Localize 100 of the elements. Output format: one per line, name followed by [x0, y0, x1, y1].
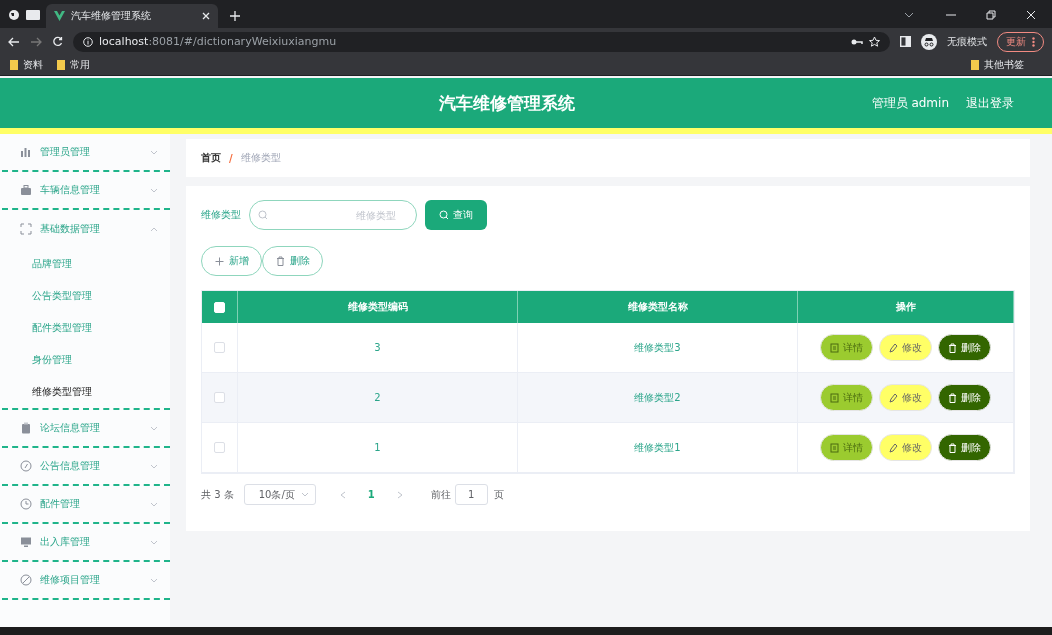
plus-icon[interactable]	[230, 11, 240, 21]
menu-item[interactable]: 车辆信息管理	[2, 172, 170, 210]
clipboard-icon	[20, 422, 32, 434]
select-all-checkbox[interactable]	[214, 301, 225, 313]
search-icon	[258, 210, 268, 220]
close-icon[interactable]	[1026, 10, 1036, 20]
column-header: 维修类型编码	[238, 291, 518, 323]
submenu-item[interactable]: 身份管理	[2, 344, 170, 376]
menu-item[interactable]: 配件管理	[2, 486, 170, 524]
more-icon	[1032, 36, 1035, 47]
submenu-item[interactable]: 品牌管理	[2, 248, 170, 280]
document-icon	[830, 342, 839, 353]
chevron-down-icon[interactable]	[904, 12, 914, 18]
user-name: 管理员 admin	[871, 94, 949, 112]
monitor-icon	[20, 536, 32, 548]
info-icon	[83, 36, 93, 47]
chevron-down-icon	[150, 149, 158, 155]
add-button[interactable]: 新增	[201, 246, 262, 276]
address-bar[interactable]: localhost:8081/#/dictionaryWeixiuxiangmu	[73, 31, 890, 52]
delete-button[interactable]: 删除	[938, 334, 991, 361]
fullscreen-icon	[20, 223, 32, 235]
page-number[interactable]: 1	[355, 489, 387, 500]
detail-button[interactable]: 详情	[820, 334, 873, 361]
column-header: 维修类型名称	[518, 291, 798, 323]
menu-item[interactable]: 公告信息管理	[2, 448, 170, 486]
submenu-item[interactable]: 公告类型管理	[2, 280, 170, 312]
compass-icon	[20, 460, 32, 472]
logout-link[interactable]: 退出登录	[966, 94, 1014, 112]
breadcrumb-item: 维修类型	[240, 151, 281, 165]
folder-icon	[57, 60, 65, 70]
goto-label: 前往	[430, 487, 451, 502]
row-checkbox[interactable]	[214, 442, 225, 453]
search-icon	[439, 210, 449, 220]
incognito-icon[interactable]	[921, 33, 937, 50]
edit-button[interactable]: 修改	[879, 334, 932, 361]
slash-circle-icon	[20, 574, 32, 586]
key-icon[interactable]	[851, 37, 863, 46]
trash-icon	[948, 392, 957, 403]
submenu-item[interactable]: 维修类型管理	[2, 376, 170, 408]
total-count: 共 3 条	[201, 487, 234, 502]
trash-icon	[275, 256, 285, 266]
app-title: 汽车维修管理系统	[438, 91, 577, 115]
trash-icon	[948, 342, 957, 353]
detail-button[interactable]: 详情	[820, 384, 873, 411]
folder-icon	[971, 60, 979, 70]
browser-tab[interactable]: 汽车维修管理系统	[46, 4, 218, 28]
folder-icon	[10, 60, 18, 70]
menu-item[interactable]: 论坛信息管理	[2, 410, 170, 448]
breadcrumb-separator: /	[229, 152, 233, 164]
plus-icon	[214, 256, 224, 266]
bar-chart-icon	[20, 146, 32, 158]
page-suffix: 页	[493, 487, 504, 502]
document-icon	[830, 442, 839, 453]
menu-item[interactable]: 维修项目管理	[2, 562, 170, 600]
restore-icon[interactable]	[986, 10, 996, 20]
chevron-down-icon	[150, 501, 158, 507]
forward-arrow-icon[interactable]	[30, 36, 42, 47]
goto-page-field[interactable]: 1	[454, 484, 488, 505]
reload-icon[interactable]	[52, 36, 63, 47]
delete-button[interactable]: 删除	[938, 434, 991, 461]
trash-icon	[948, 442, 957, 453]
pencil-icon	[889, 342, 898, 353]
bookmark-folder[interactable]: 资料	[10, 58, 43, 72]
profile-label[interactable]: 无痕模式	[947, 34, 987, 49]
globe-icon[interactable]	[8, 9, 20, 21]
search-label: 维修类型	[201, 208, 241, 222]
bookmark-folder[interactable]: 常用	[57, 58, 90, 72]
menu-item[interactable]: 基础数据管理	[2, 210, 170, 248]
back-arrow-icon[interactable]	[8, 36, 20, 47]
table-cell: 维修类型1	[518, 423, 798, 473]
query-button[interactable]: 查询	[425, 200, 487, 230]
chevron-down-icon	[150, 425, 158, 431]
edit-button[interactable]: 修改	[879, 434, 932, 461]
clock-icon	[20, 498, 32, 510]
row-checkbox[interactable]	[214, 392, 225, 403]
menu-item[interactable]: 管理员管理	[2, 134, 170, 172]
table-cell: 1	[238, 423, 518, 473]
close-icon[interactable]	[202, 12, 210, 20]
side-panel-icon[interactable]	[900, 36, 911, 47]
document-icon	[830, 392, 839, 403]
edit-button[interactable]: 修改	[879, 384, 932, 411]
page-size-select[interactable]: 10条/页	[243, 484, 316, 505]
chevron-down-icon	[150, 577, 158, 583]
delete-button[interactable]: 删除	[938, 384, 991, 411]
briefcase-icon	[20, 184, 32, 196]
row-checkbox[interactable]	[214, 342, 225, 353]
chevron-up-icon	[150, 226, 158, 232]
chevron-down-icon	[150, 187, 158, 193]
detail-button[interactable]: 详情	[820, 434, 873, 461]
chevron-down-icon	[300, 492, 309, 497]
breadcrumb-item[interactable]: 首页	[201, 151, 221, 165]
pencil-icon	[889, 442, 898, 453]
chevron-down-icon	[150, 463, 158, 469]
submenu-item[interactable]: 配件类型管理	[2, 312, 170, 344]
bookmark-folder[interactable]: 其他书签	[971, 58, 1024, 72]
column-header: 操作	[798, 291, 1014, 323]
delete-button[interactable]: 删除	[262, 246, 323, 276]
star-icon[interactable]	[869, 36, 880, 47]
chevron-down-icon	[150, 539, 158, 545]
menu-item[interactable]: 出入库管理	[2, 524, 170, 562]
